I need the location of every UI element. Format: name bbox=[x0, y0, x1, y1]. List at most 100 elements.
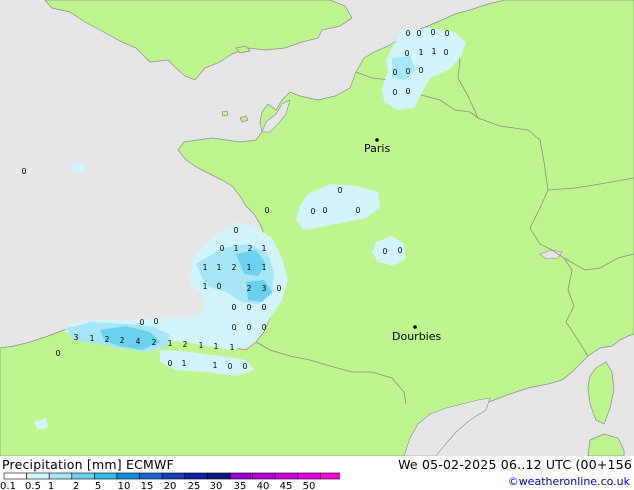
legend-swatch bbox=[297, 472, 321, 480]
legend-swatch bbox=[94, 472, 118, 480]
precip-value: 1 bbox=[262, 244, 267, 253]
precip-value: 1 bbox=[214, 342, 219, 351]
precip-value: 0 bbox=[247, 323, 252, 332]
precip-value: 2 bbox=[183, 340, 188, 349]
legend-tick-label: 40 bbox=[257, 481, 270, 490]
legend-swatch bbox=[207, 472, 231, 480]
precip-value: 1 bbox=[203, 282, 208, 291]
precip-value: 0 bbox=[56, 349, 61, 358]
legend-swatch bbox=[184, 472, 208, 480]
precip-value: 3 bbox=[262, 284, 267, 293]
precip-value: 1 bbox=[203, 263, 208, 272]
precip-value: 1 bbox=[213, 361, 218, 370]
legend-swatch bbox=[3, 472, 27, 480]
precip-value: 0 bbox=[154, 317, 159, 326]
city-label-paris: Paris bbox=[364, 142, 390, 155]
legend-tick-label: 5 bbox=[95, 481, 101, 490]
precip-value: 2 bbox=[232, 263, 237, 272]
legend-swatch bbox=[161, 472, 186, 480]
legend-tick-label: 10 bbox=[118, 481, 131, 490]
precip-value: 0 bbox=[406, 29, 411, 38]
precip-value: 0 bbox=[417, 29, 422, 38]
precip-value: 0 bbox=[356, 206, 361, 215]
precip-value: 0 bbox=[311, 207, 316, 216]
precip-value: 0 bbox=[232, 303, 237, 312]
precip-value: 0 bbox=[247, 303, 252, 312]
legend-swatch bbox=[274, 472, 299, 480]
precip-value: 0 bbox=[383, 247, 388, 256]
precip-value: 0 bbox=[22, 167, 27, 176]
legend-tick-label: 35 bbox=[234, 481, 247, 490]
precip-value: 1 bbox=[234, 244, 239, 253]
legend-swatch bbox=[26, 472, 50, 480]
precip-value: 2 bbox=[120, 336, 125, 345]
precip-value: 0 bbox=[406, 67, 411, 76]
precip-value: 1 bbox=[432, 47, 437, 56]
precip-value: 0 bbox=[393, 88, 398, 97]
legend-tick-label: 50 bbox=[303, 481, 316, 490]
precip-value: 0 bbox=[406, 87, 411, 96]
precip-value: 1 bbox=[168, 339, 173, 348]
precip-value: 0 bbox=[220, 244, 225, 253]
precip-value: 3 bbox=[74, 333, 79, 342]
legend-ticks: 0.1 0.5 1 2 5 10 15 20 25 30 35 40 45 50 bbox=[0, 481, 315, 490]
legend-swatch bbox=[71, 472, 95, 480]
precip-value: 0 bbox=[140, 318, 145, 327]
legend-tick-label: 0.5 bbox=[25, 481, 41, 490]
precip-value: 1 bbox=[419, 48, 424, 57]
precip-value: 0 bbox=[405, 49, 410, 58]
precip-value: 1 bbox=[90, 334, 95, 343]
legend-tick-label: 25 bbox=[188, 481, 201, 490]
precip-value: 0 bbox=[445, 29, 450, 38]
legend-swatch bbox=[229, 472, 253, 480]
map-footer: Precipitation [mm] ECMWF We 05-02-2025 0… bbox=[0, 456, 634, 490]
precip-value: 0 bbox=[262, 303, 267, 312]
land-guernsey bbox=[221, 110, 229, 117]
precip-value: 4 bbox=[136, 337, 141, 346]
city-marker-dourbies bbox=[413, 325, 417, 329]
precip-value: 0 bbox=[393, 68, 398, 77]
precip-value: 2 bbox=[152, 338, 157, 347]
precip-value: 0 bbox=[431, 28, 436, 37]
precip-value: 0 bbox=[398, 246, 403, 255]
precip-value: 0 bbox=[232, 323, 237, 332]
precipitation-map: Paris Dourbies 0 0 000 1 1 00 0 00 000 00000 000 1 2… bbox=[0, 0, 634, 456]
precip-value: 0 bbox=[262, 323, 267, 332]
legend-tick-label: 20 bbox=[164, 481, 177, 490]
legend-tick-label: 1 bbox=[48, 481, 54, 490]
precip-value: 2 bbox=[247, 284, 252, 293]
legend-tick-label: 45 bbox=[280, 481, 293, 490]
legend-tick-label: 15 bbox=[141, 481, 154, 490]
valid-time: We 05-02-2025 06..12 UTC (00+156 bbox=[398, 457, 632, 472]
precip-value: 0 bbox=[419, 66, 424, 75]
precip-value: 0 bbox=[277, 284, 282, 293]
legend-swatch bbox=[320, 472, 340, 480]
legend-tick-label: 30 bbox=[210, 481, 223, 490]
precip-value: 0 bbox=[323, 206, 328, 215]
precip-value: 0 bbox=[444, 48, 449, 57]
legend-tick-label: 2 bbox=[73, 481, 79, 490]
legend-swatch bbox=[139, 472, 163, 480]
precip-value: 1 bbox=[247, 263, 252, 272]
precip-value: 0 bbox=[265, 206, 270, 215]
map-title: Precipitation [mm] ECMWF bbox=[2, 457, 174, 472]
precip-value: 0 bbox=[243, 362, 248, 371]
precip-value: 1 bbox=[230, 343, 235, 352]
legend-swatches bbox=[3, 472, 340, 480]
precipitation-legend: 0.1 0.5 1 2 5 10 15 20 25 30 35 40 45 50 bbox=[0, 472, 340, 490]
precip-value: 1 bbox=[217, 263, 222, 272]
precip-value: 0 bbox=[234, 226, 239, 235]
precip-value: 2 bbox=[248, 244, 253, 253]
precip-value: 2 bbox=[105, 335, 110, 344]
credit-link[interactable]: ©weatheronline.co.uk bbox=[508, 475, 630, 488]
city-label-dourbies: Dourbies bbox=[392, 330, 442, 343]
legend-tick-label: 0.1 bbox=[0, 481, 16, 490]
precip-value: 1 bbox=[182, 359, 187, 368]
precip-value: 0 bbox=[217, 282, 222, 291]
precip-value: 0 bbox=[338, 186, 343, 195]
legend-swatch bbox=[48, 472, 73, 480]
precip-value: 0 bbox=[168, 359, 173, 368]
precip-value: 1 bbox=[199, 341, 204, 350]
precip-value: 1 bbox=[262, 263, 267, 272]
precip-value: 0 bbox=[228, 362, 233, 371]
